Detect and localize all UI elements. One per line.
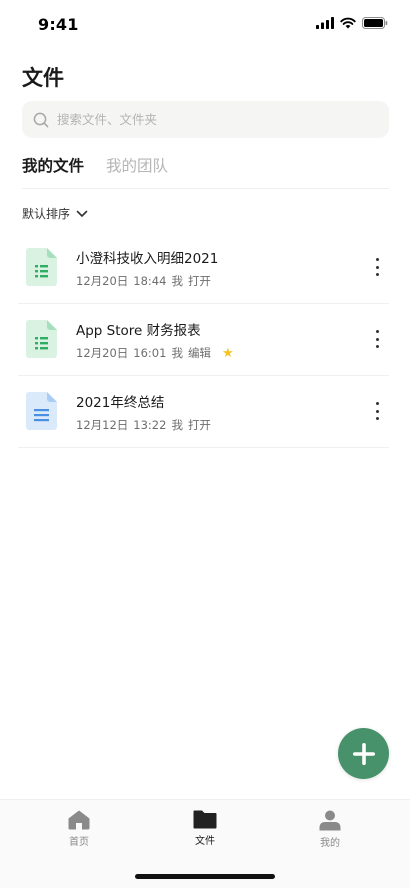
nav-item-me[interactable]: 我的	[290, 810, 370, 849]
nav-label-home: 首页	[69, 837, 89, 848]
nav-item-files[interactable]: 文件	[165, 810, 245, 847]
search-input[interactable]	[57, 112, 357, 127]
file-name: App Store 财务报表	[76, 323, 201, 339]
chevron-down-icon	[76, 210, 88, 217]
file-name: 2021年终总结	[76, 395, 165, 411]
more-options-button[interactable]	[371, 400, 383, 422]
person-icon	[319, 810, 341, 831]
file-tabs: 我的文件 我的团队	[22, 154, 168, 176]
wifi-icon	[340, 17, 356, 29]
status-bar: 9:41	[0, 0, 410, 50]
nav-item-home[interactable]: 首页	[39, 810, 119, 848]
nav-label-files: 文件	[195, 836, 215, 847]
page-title: 文件	[22, 66, 64, 90]
file-date: 12月12日	[76, 418, 129, 432]
file-list: 小澄科技收入明细2021 12月20日 18:44 我 打开 App Store…	[18, 232, 389, 448]
document-file-icon	[26, 392, 57, 430]
tab-my-team[interactable]: 我的团队	[106, 154, 168, 176]
spreadsheet-file-icon	[26, 320, 57, 358]
more-options-button[interactable]	[371, 328, 383, 350]
file-action: 编辑	[187, 346, 211, 360]
status-time: 9:41	[38, 15, 79, 34]
file-owner: 我	[171, 274, 183, 288]
sort-dropdown[interactable]: 默认排序	[22, 205, 88, 222]
file-date: 12月20日	[76, 346, 129, 360]
file-time: 18:44	[133, 274, 167, 288]
nav-label-me: 我的	[320, 838, 340, 849]
tabs-divider	[22, 188, 389, 189]
search-icon	[33, 112, 49, 127]
sort-label: 默认排序	[22, 207, 71, 221]
folder-icon	[193, 810, 217, 829]
file-time: 13:22	[133, 418, 167, 432]
file-meta: 12月12日 13:22 我 打开	[76, 417, 211, 433]
more-options-button[interactable]	[371, 256, 383, 278]
home-icon	[68, 810, 90, 830]
file-row[interactable]: 小澄科技收入明细2021 12月20日 18:44 我 打开	[18, 232, 389, 304]
file-time: 16:01	[133, 346, 167, 360]
spreadsheet-file-icon	[26, 248, 57, 286]
plus-icon	[352, 742, 375, 765]
battery-icon	[362, 17, 388, 29]
status-icons	[316, 17, 388, 29]
file-owner: 我	[171, 346, 183, 360]
file-row[interactable]: 2021年终总结 12月12日 13:22 我 打开	[18, 376, 389, 448]
home-indicator	[135, 874, 275, 879]
file-action: 打开	[187, 418, 211, 432]
file-row[interactable]: App Store 财务报表 12月20日 16:01 我 编辑 ★	[18, 304, 389, 376]
signal-icon	[316, 17, 334, 29]
search-box[interactable]	[22, 101, 389, 138]
file-meta: 12月20日 18:44 我 打开	[76, 273, 211, 289]
tab-my-files[interactable]: 我的文件	[22, 154, 84, 176]
file-name: 小澄科技收入明细2021	[76, 251, 219, 267]
file-owner: 我	[171, 418, 183, 432]
add-file-button[interactable]	[338, 728, 389, 779]
file-action: 打开	[187, 274, 211, 288]
star-icon: ★	[221, 345, 234, 361]
file-meta: 12月20日 16:01 我 编辑 ★	[76, 345, 234, 361]
file-date: 12月20日	[76, 274, 129, 288]
